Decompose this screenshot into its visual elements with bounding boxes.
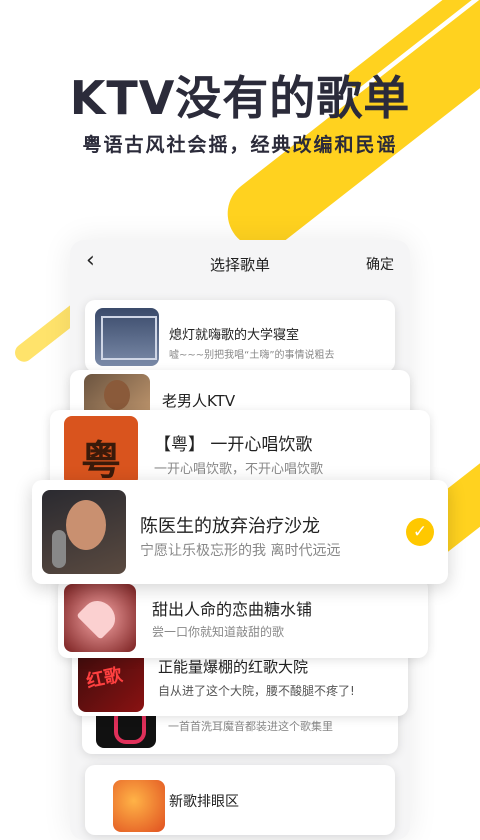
playlist-cover (42, 490, 126, 574)
playlist-title: 陈医生的放弃治疗沙龙 (140, 516, 320, 537)
playlist-cover (113, 780, 165, 832)
playlist-cover (95, 308, 159, 366)
playlist-title: 甜出人命的恋曲糖水铺 (152, 600, 313, 619)
playlist-title: 正能量爆棚的红歌大院 (158, 658, 309, 676)
confirm-button[interactable]: 确定 (366, 254, 394, 274)
playlist-title: 【粤】 一开心唱饮歌 (154, 435, 313, 455)
page-title: 选择歌单 (209, 256, 270, 274)
playlist-description: 宁愿让乐极忘形的我 离时代远远 (140, 543, 341, 559)
playlist-description: 一开心唱饮歌，不开心唱饮歌 (154, 462, 324, 477)
playlist-cover (64, 584, 136, 652)
cover-text: 粤 (81, 438, 121, 484)
top-bar: ‹ 选择歌单 确定 (70, 240, 410, 286)
playlist-cover: 粤 (64, 416, 138, 486)
promo-subheadline: 粤语古风社会摇，经典改编和民谣 (82, 134, 398, 156)
playlist-card[interactable]: 熄灯就嗨歌的大学寝室 嘘~~~别把我唱“土嗨”的事情说粗去 (85, 300, 395, 372)
playlist-card[interactable]: 甜出人命的恋曲糖水铺 尝一口你就知道敲甜的歌 (58, 578, 428, 658)
playlist-description: 嘘~~~别把我唱“土嗨”的事情说粗去 (169, 350, 335, 361)
check-icon[interactable]: ✓ (406, 518, 434, 546)
cover-text: 红歌 (84, 664, 125, 693)
playlist-description: 一首首洗耳魔音都装进这个歌集里 (168, 720, 333, 733)
playlist-card-selected[interactable]: 陈医生的放弃治疗沙龙 宁愿让乐极忘形的我 离时代远远 ✓ (32, 480, 448, 584)
promo-headline: KTV没有的歌单 (69, 71, 411, 125)
playlist-description: 尝一口你就知道敲甜的歌 (152, 625, 285, 639)
playlist-description: 自从进了这个大院，腰不酸腿不疼了! (158, 684, 355, 698)
playlist-title: 老男人KTV (162, 392, 236, 410)
playlist-title: 新歌排眼区 (169, 794, 239, 810)
playlist-card[interactable]: 新歌排眼区 (85, 765, 395, 835)
playlist-title: 熄灯就嗨歌的大学寝室 (169, 328, 300, 343)
